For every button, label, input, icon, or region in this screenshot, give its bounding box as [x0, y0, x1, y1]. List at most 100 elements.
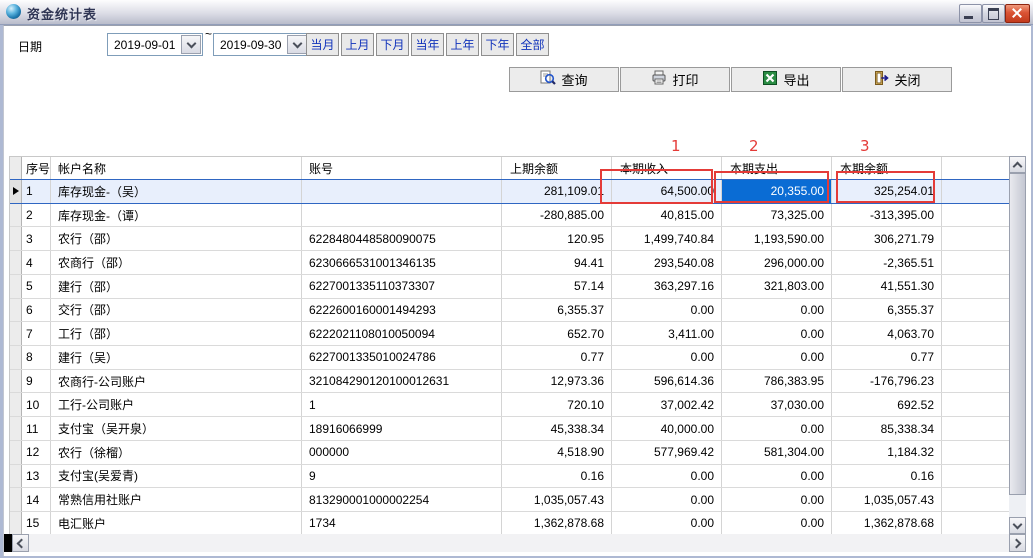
cell[interactable]: 306,271.79	[832, 227, 942, 250]
cell[interactable]: 9	[22, 370, 51, 393]
range-button[interactable]: 全部	[516, 33, 549, 56]
cell[interactable]: 321084290120100012631	[302, 370, 502, 393]
cell[interactable]: 4,063.70	[832, 322, 942, 345]
cell[interactable]: 0.00	[612, 346, 722, 369]
row-selector-cell[interactable]	[10, 251, 22, 274]
cell[interactable]: 12,973.36	[502, 370, 612, 393]
range-button[interactable]: 当年	[411, 33, 444, 56]
vertical-scrollbar[interactable]	[1009, 156, 1026, 534]
cell[interactable]: 6,355.37	[832, 299, 942, 322]
cell[interactable]: 工行-公司账户	[51, 393, 302, 416]
cell[interactable]: 1,035,057.43	[832, 488, 942, 511]
cell[interactable]: 9	[302, 465, 502, 488]
cell[interactable]: 0.00	[722, 417, 832, 440]
excel-toolbar-button[interactable]: 导出	[731, 67, 841, 92]
header-cell-blank[interactable]	[942, 157, 1010, 179]
cell[interactable]	[942, 299, 1010, 322]
cell[interactable]	[942, 204, 1010, 227]
cell[interactable]: 57.14	[502, 275, 612, 298]
table-row[interactable]: 9农商行-公司账户32108429012010001263112,973.365…	[10, 370, 1010, 394]
cell[interactable]: 577,969.42	[612, 441, 722, 464]
cell[interactable]: 1	[22, 180, 51, 203]
cell[interactable]: 6,355.37	[502, 299, 612, 322]
table-row[interactable]: 4农商行（邵）623066653100134613594.41293,540.0…	[10, 251, 1010, 275]
vertical-scroll-thumb[interactable]	[1009, 173, 1026, 495]
table-row[interactable]: 10工行-公司账户1720.1037,002.4237,030.00692.52	[10, 393, 1010, 417]
title-bar[interactable]: 资金统计表	[0, 0, 1033, 25]
cell[interactable]: 3	[22, 227, 51, 250]
date-from-combobox[interactable]: 2019-09-01	[107, 33, 203, 56]
table-row[interactable]: 14常熟信用社账户8132900010000022541,035,057.430…	[10, 488, 1010, 512]
cell[interactable]: 40,815.00	[612, 204, 722, 227]
cell[interactable]: 0.77	[502, 346, 612, 369]
table-row[interactable]: 11支付宝（吴开泉）1891606699945,338.3440,000.000…	[10, 417, 1010, 441]
cell[interactable]: 0.00	[722, 299, 832, 322]
cell[interactable]: 1,362,878.68	[502, 512, 612, 535]
cell[interactable]: -176,796.23	[832, 370, 942, 393]
cell[interactable]: 农商行-公司账户	[51, 370, 302, 393]
cell[interactable]	[942, 180, 1010, 203]
range-button[interactable]: 当月	[306, 33, 339, 56]
search-toolbar-button[interactable]: 查询	[509, 67, 619, 92]
cell[interactable]	[942, 227, 1010, 250]
cell[interactable]: 0.16	[832, 465, 942, 488]
cell[interactable]: -2,365.51	[832, 251, 942, 274]
table-row[interactable]: 8建行（吴）62270013350100247860.770.000.000.7…	[10, 346, 1010, 370]
header-cell[interactable]: 本期余额	[832, 157, 942, 179]
cell[interactable]: 15	[22, 512, 51, 535]
cell[interactable]: 1,184.32	[832, 441, 942, 464]
cell[interactable]: 786,383.95	[722, 370, 832, 393]
cell[interactable]: 7	[22, 322, 51, 345]
cell[interactable]	[942, 370, 1010, 393]
row-selector-cell[interactable]	[10, 370, 22, 393]
header-cell[interactable]: 上期余额	[502, 157, 612, 179]
table-row[interactable]: 12农行（徐榴）0000004,518.90577,969.42581,304.…	[10, 441, 1010, 465]
cell[interactable]: 交行（邵）	[51, 299, 302, 322]
horizontal-scroll-track[interactable]	[29, 534, 1009, 552]
cell[interactable]: 常熟信用社账户	[51, 488, 302, 511]
cell[interactable]: 6230666531001346135	[302, 251, 502, 274]
cell[interactable]: 1,035,057.43	[502, 488, 612, 511]
cell[interactable]: 12	[22, 441, 51, 464]
header-cell[interactable]: 序号	[22, 157, 51, 179]
cell[interactable]: 6222600160001494293	[302, 299, 502, 322]
horizontal-scrollbar[interactable]	[12, 534, 1026, 552]
cell[interactable]: 0.00	[612, 488, 722, 511]
cell[interactable]	[942, 465, 1010, 488]
cell[interactable]: 0.00	[722, 346, 832, 369]
cell[interactable]	[942, 346, 1010, 369]
cell[interactable]: 0.16	[502, 465, 612, 488]
header-cell[interactable]: 本期支出	[722, 157, 832, 179]
cell[interactable]: 0.00	[612, 299, 722, 322]
header-cell[interactable]: 账号	[302, 157, 502, 179]
table-row[interactable]: 5建行（邵）622700133511037330757.14363,297.16…	[10, 275, 1010, 299]
row-selector-cell[interactable]	[10, 417, 22, 440]
cell[interactable]: 581,304.00	[722, 441, 832, 464]
cell[interactable]: 45,338.34	[502, 417, 612, 440]
cell[interactable]: 工行（邵）	[51, 322, 302, 345]
cell[interactable]: 73,325.00	[722, 204, 832, 227]
cell[interactable]: 37,030.00	[722, 393, 832, 416]
range-button[interactable]: 下年	[481, 33, 514, 56]
row-selector-cell[interactable]	[10, 512, 22, 535]
cell[interactable]: 4	[22, 251, 51, 274]
date-from-dropdown-button[interactable]	[181, 35, 201, 54]
cell[interactable]	[942, 417, 1010, 440]
cell[interactable]: 000000	[302, 441, 502, 464]
cell[interactable]: 120.95	[502, 227, 612, 250]
exit-toolbar-button[interactable]: 关闭	[842, 67, 952, 92]
cell[interactable]: 0.00	[612, 465, 722, 488]
cell[interactable]: 720.10	[502, 393, 612, 416]
cell[interactable]: 692.52	[832, 393, 942, 416]
cell[interactable]: 64,500.00	[612, 180, 722, 203]
cell[interactable]: 6228480448580090075	[302, 227, 502, 250]
cell[interactable]: 库存现金-（吴）	[51, 180, 302, 203]
cell[interactable]	[942, 275, 1010, 298]
cell[interactable]: 1,362,878.68	[832, 512, 942, 535]
cell[interactable]: 8	[22, 346, 51, 369]
cell[interactable]: 18916066999	[302, 417, 502, 440]
cell[interactable]: 6222021108010050094	[302, 322, 502, 345]
cell[interactable]: 94.41	[502, 251, 612, 274]
cell[interactable]: 813290001000002254	[302, 488, 502, 511]
minimize-button[interactable]	[959, 4, 982, 23]
